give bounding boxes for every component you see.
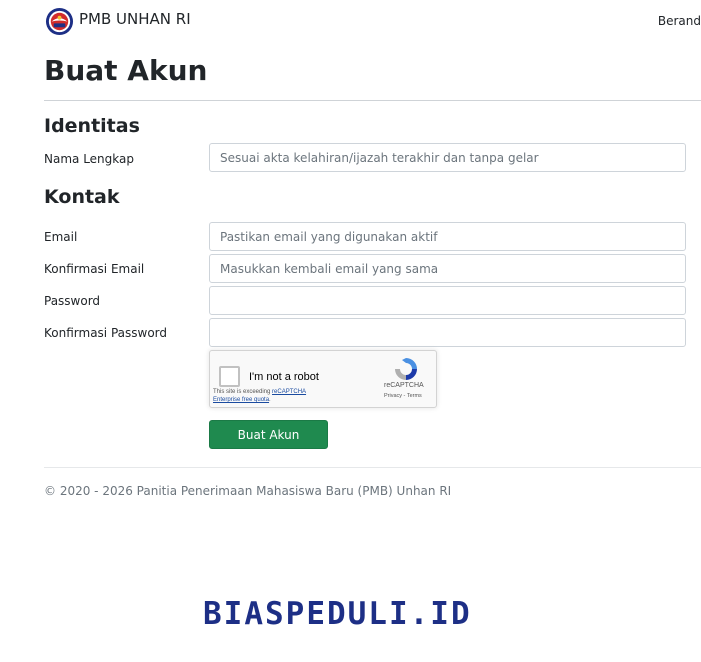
konfirmasi-email-label: Konfirmasi Email [44,262,145,276]
brand-name[interactable]: PMB UNHAN RI [79,10,191,28]
footer-copyright: © 2020 - 2026 Panitia Penerimaan Mahasis… [44,484,452,498]
recaptcha-brand: reCAPTCHA [384,382,424,389]
email-input[interactable] [209,222,686,251]
watermark-text: BIASPEDULI.ID [203,596,472,632]
recaptcha-quota-end: . [269,397,271,403]
recaptcha-terms[interactable]: Privacy - Terms [384,393,422,399]
password-input[interactable] [209,286,686,315]
recaptcha-label: I'm not a robot [249,371,319,383]
footer-divider [44,467,701,468]
unhan-emblem-icon[interactable] [45,7,74,36]
recaptcha-icon [395,358,417,380]
buat-akun-button[interactable]: Buat Akun [209,420,328,449]
section-title-kontak: Kontak [44,186,120,208]
nama-lengkap-input[interactable] [209,143,686,172]
recaptcha-quota-text: This site is exceeding [213,389,273,395]
section-title-identitas: Identitas [44,115,140,137]
page-title: Buat Akun [44,54,208,87]
konfirmasi-password-input[interactable] [209,318,686,347]
nama-lengkap-label: Nama Lengkap [44,152,134,166]
recaptcha-widget: I'm not a robot This site is exceeding r… [209,350,437,408]
title-divider [44,100,701,101]
password-label: Password [44,294,101,308]
nav-link-beranda[interactable]: Berand [658,14,701,28]
konfirmasi-email-input[interactable] [209,254,686,283]
recaptcha-quota-notice: This site is exceeding reCAPTCHA Enterpr… [213,388,333,404]
konfirmasi-password-label: Konfirmasi Password [44,326,167,340]
navbar: PMB UNHAN RI Berand [0,0,701,42]
email-label: Email [44,230,78,244]
recaptcha-checkbox[interactable] [219,366,240,387]
